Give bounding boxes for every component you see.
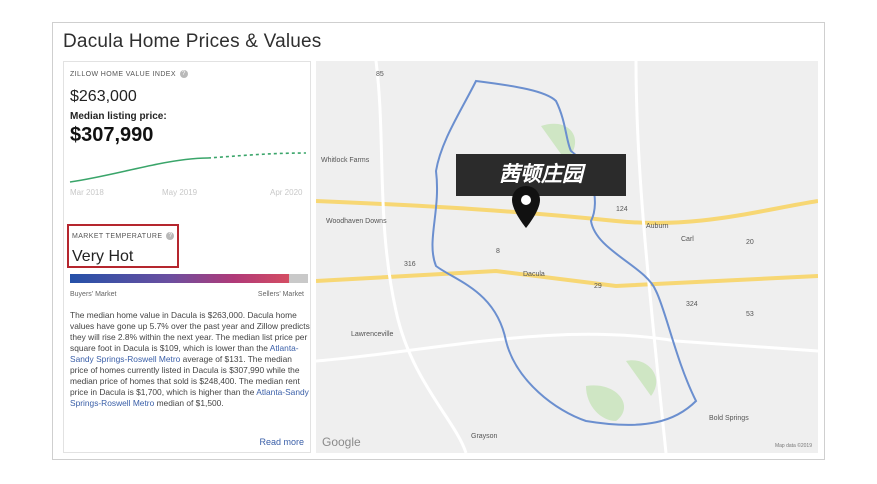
market-temp-header: MARKET TEMPERATURE? bbox=[72, 232, 175, 240]
google-logo: Google bbox=[322, 435, 361, 449]
buyers-market-label: Buyers' Market bbox=[70, 291, 117, 298]
road-number: 316 bbox=[404, 261, 416, 268]
trend-line-forecast bbox=[207, 152, 307, 159]
median-listing-value: $307,990 bbox=[70, 124, 154, 146]
road-number: 85 bbox=[376, 71, 384, 78]
market-temp-bar-fill bbox=[70, 274, 289, 283]
map-overlay-label: 茜顿庄园 bbox=[456, 154, 626, 196]
market-temp-value: Very Hot bbox=[72, 248, 134, 265]
description-text: median of $1,500. bbox=[154, 398, 224, 408]
chart-axis-label: Apr 2020 bbox=[270, 188, 303, 197]
map-pin-icon[interactable] bbox=[511, 185, 541, 229]
place-label: Lawrenceville bbox=[351, 331, 394, 338]
sellers-market-label: Sellers' Market bbox=[257, 291, 304, 298]
zhvi-header: ZILLOW HOME VALUE INDEX? bbox=[70, 70, 188, 78]
map-view[interactable]: Whitlock Farms Woodhaven Downs Dacula La… bbox=[316, 61, 818, 453]
median-listing-label: Median listing price: bbox=[70, 111, 167, 122]
road-number: 53 bbox=[746, 311, 754, 318]
help-icon[interactable]: ? bbox=[166, 232, 175, 240]
trend-line-history bbox=[69, 157, 209, 183]
map-data-attribution: Map data ©2019 bbox=[774, 443, 812, 449]
place-label: Bold Springs bbox=[709, 415, 749, 422]
market-temperature-box: MARKET TEMPERATURE? Very Hot bbox=[67, 224, 179, 268]
place-label: Whitlock Farms bbox=[321, 157, 370, 164]
market-description: The median home value in Dacula is $263,… bbox=[70, 310, 310, 409]
road-number: 8 bbox=[496, 248, 500, 255]
market-temp-bar bbox=[70, 274, 308, 283]
place-label: Woodhaven Downs bbox=[326, 218, 387, 225]
page-title: Dacula Home Prices & Values bbox=[63, 31, 322, 52]
zhvi-header-label: ZILLOW HOME VALUE INDEX bbox=[70, 70, 176, 78]
help-icon[interactable]: ? bbox=[179, 70, 188, 78]
home-values-card: Dacula Home Prices & Values ZILLOW HOME … bbox=[52, 22, 825, 460]
map-graphic bbox=[316, 61, 818, 453]
road-number: 20 bbox=[746, 239, 754, 246]
read-more-link[interactable]: Read more bbox=[259, 437, 304, 447]
market-temp-header-label: MARKET TEMPERATURE bbox=[72, 232, 163, 240]
place-label: Dacula bbox=[523, 271, 545, 278]
road-number: 124 bbox=[616, 206, 628, 213]
place-label: Carl bbox=[681, 236, 694, 243]
road-number: 29 bbox=[594, 283, 602, 290]
place-label: Auburn bbox=[646, 223, 669, 230]
market-temp-bar-rest bbox=[289, 274, 308, 283]
zhvi-value: $263,000 bbox=[70, 88, 137, 105]
place-label: Grayson bbox=[471, 433, 498, 440]
chart-axis-label: Mar 2018 bbox=[70, 188, 104, 197]
chart-axis-label: May 2019 bbox=[162, 188, 198, 197]
left-panel: ZILLOW HOME VALUE INDEX? $263,000 Median… bbox=[63, 61, 311, 453]
price-trend-chart bbox=[69, 152, 307, 183]
road-number: 324 bbox=[686, 301, 698, 308]
